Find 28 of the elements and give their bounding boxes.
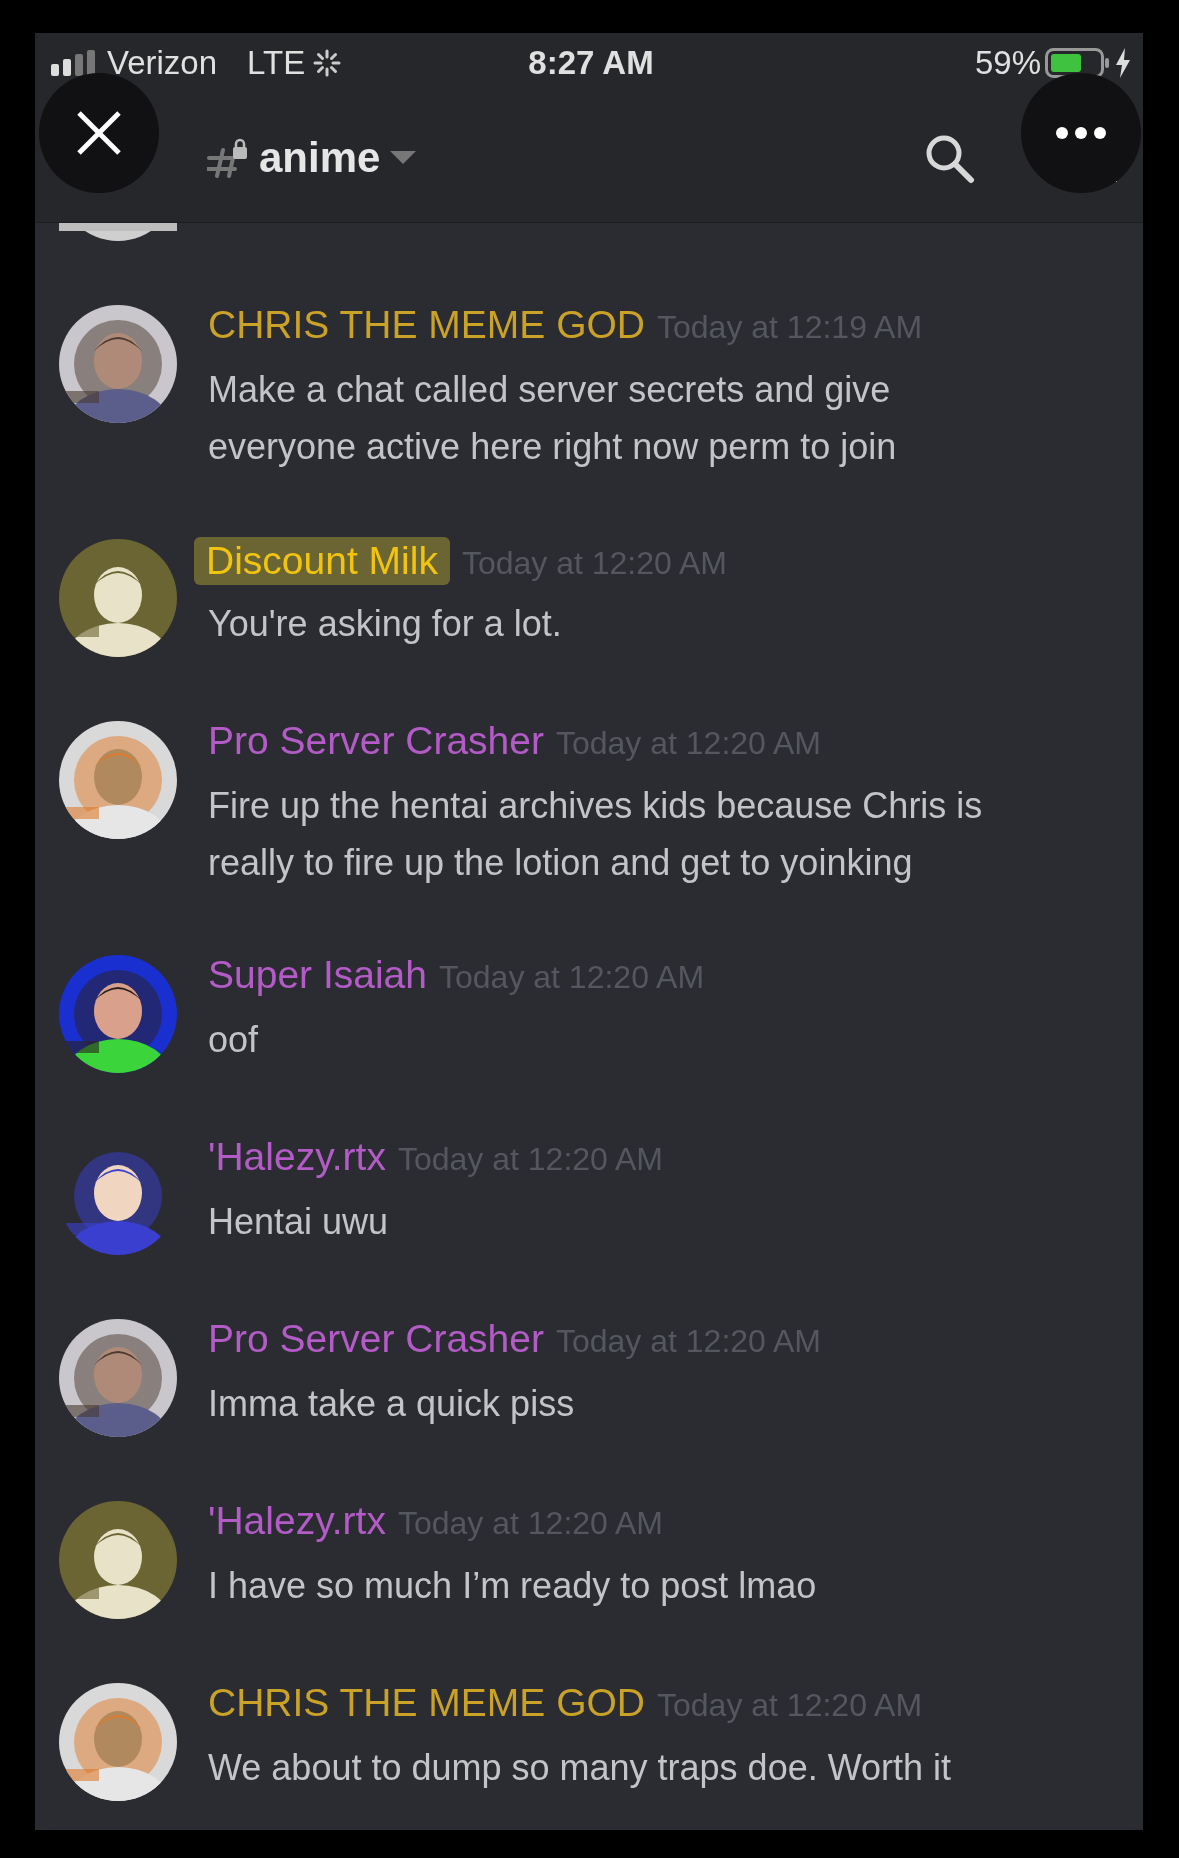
message-text: I have so much I’m ready to post lmao: [208, 1564, 818, 1608]
author-name[interactable]: 'Halezy.rtx: [208, 1499, 386, 1543]
message-text: You're asking for a lot.: [208, 602, 563, 646]
channel-name[interactable]: anime: [259, 133, 381, 182]
battery-percent: 59%: [974, 44, 1041, 82]
message-text: Imma take a quick piss: [208, 1382, 576, 1426]
close-icon: [76, 110, 122, 156]
more-icon: [1056, 127, 1106, 139]
author-name[interactable]: Discount Milk: [206, 539, 438, 582]
message-text: oof: [208, 1018, 260, 1062]
message-text: Hentai uwu: [208, 1200, 390, 1244]
locked-channel-icon: [207, 137, 249, 178]
charging-icon: [1115, 48, 1131, 78]
caret-icon[interactable]: [390, 150, 417, 165]
message-text: Fire up the hentai archives kids because Chris is really to fire up the lotion and get to yoinking: [208, 784, 984, 885]
message-text: We about to dump so many traps doe. Worth it: [208, 1746, 953, 1790]
author-name[interactable]: CHRIS THE MEME GOD: [208, 303, 645, 347]
clock-time: 8:27 AM: [528, 44, 654, 82]
author-name[interactable]: Super Isaiah: [208, 953, 427, 997]
network-type: LTE: [247, 44, 306, 82]
author-name[interactable]: Pro Server Crasher: [208, 1317, 544, 1361]
author-name[interactable]: Pro Server Crasher: [208, 719, 544, 763]
loading-icon: [313, 49, 342, 77]
author-name[interactable]: CHRIS THE MEME GOD: [208, 1681, 645, 1725]
battery-icon: [1045, 48, 1111, 78]
carrier-name: Verizon: [107, 44, 218, 82]
message-text: Make a chat called server secrets and give everyone active here right now perm to join: [208, 368, 898, 469]
author-name[interactable]: 'Halezy.rtx: [208, 1135, 386, 1179]
